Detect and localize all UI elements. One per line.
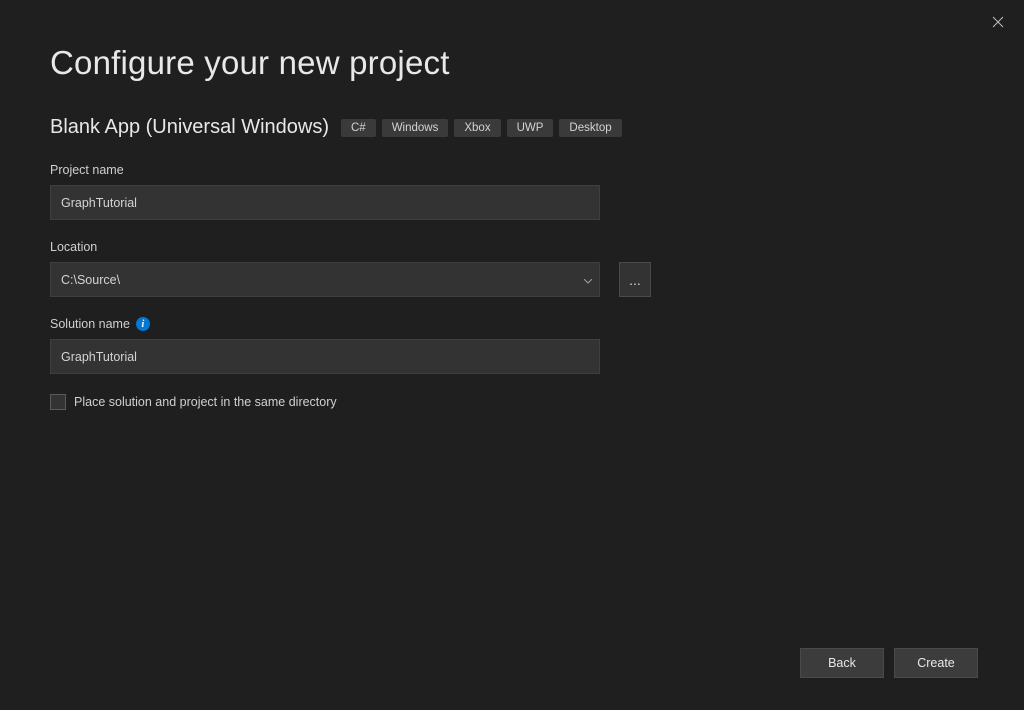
close-button[interactable] xyxy=(986,10,1010,34)
page-title: Configure your new project xyxy=(50,44,974,82)
same-directory-label: Place solution and project in the same d… xyxy=(74,395,337,409)
back-button[interactable]: Back xyxy=(800,648,884,678)
location-input[interactable] xyxy=(50,262,600,297)
close-icon xyxy=(992,16,1004,28)
tag-windows: Windows xyxy=(382,119,449,137)
project-name-label: Project name xyxy=(50,163,124,177)
tag-xbox: Xbox xyxy=(454,119,500,137)
info-icon[interactable]: i xyxy=(136,317,150,331)
browse-button[interactable]: ... xyxy=(619,262,651,297)
solution-name-label: Solution name xyxy=(50,317,130,331)
tag-uwp: UWP xyxy=(507,119,554,137)
project-name-input[interactable] xyxy=(50,185,600,220)
template-name: Blank App (Universal Windows) xyxy=(50,116,329,139)
template-tags: C# Windows Xbox UWP Desktop xyxy=(341,119,622,137)
solution-name-input[interactable] xyxy=(50,339,600,374)
tag-desktop: Desktop xyxy=(559,119,621,137)
ellipsis-icon: ... xyxy=(629,272,641,288)
location-label: Location xyxy=(50,240,97,254)
tag-csharp: C# xyxy=(341,119,376,137)
create-button[interactable]: Create xyxy=(894,648,978,678)
same-directory-checkbox[interactable] xyxy=(50,394,66,410)
